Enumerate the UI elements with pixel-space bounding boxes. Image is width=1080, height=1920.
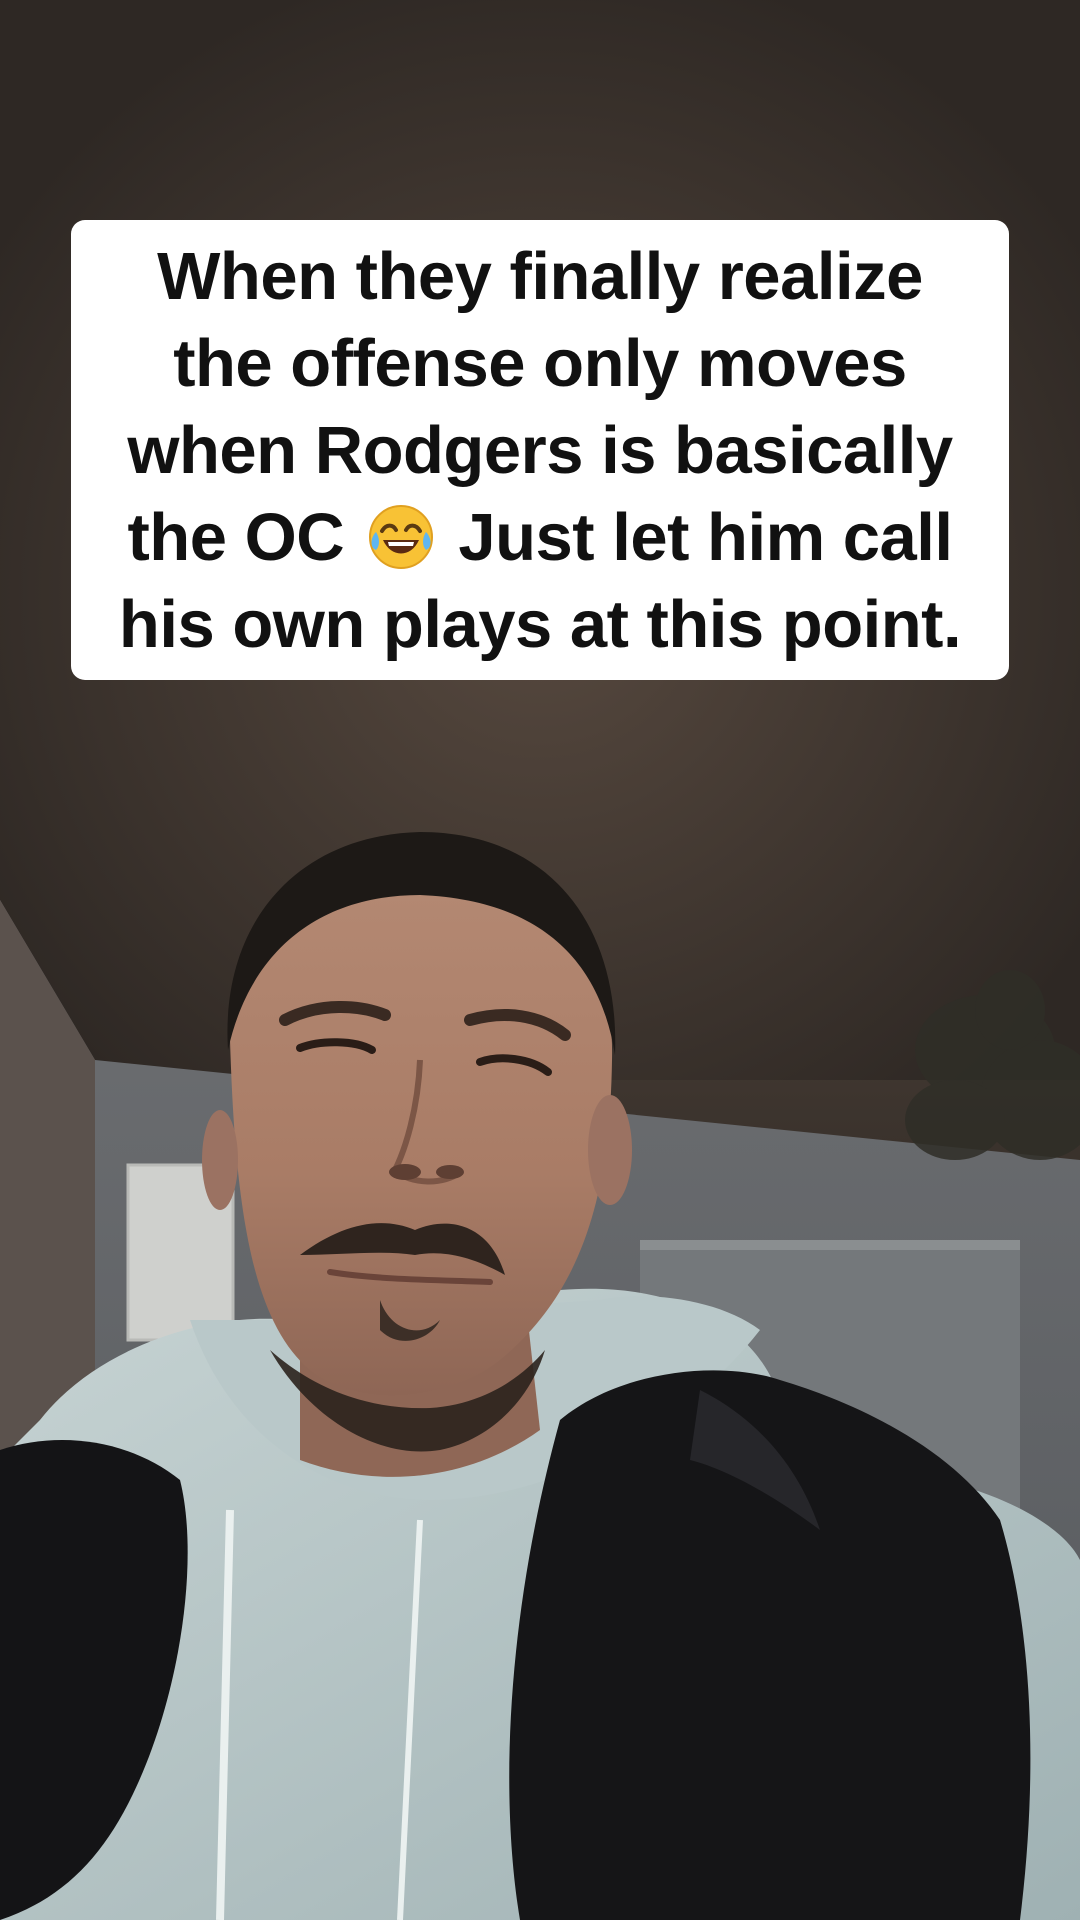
caption-line-4-end: Just let him call: [458, 499, 953, 575]
caption-line-5: his own plays at this point.: [118, 586, 962, 662]
caption-line-4: the OC Just let him call: [127, 494, 953, 581]
face-with-tears-of-joy-icon: [366, 502, 436, 572]
caption-line-2: the offense only moves: [173, 325, 907, 401]
caption-overlay: When they finally realize the offense on…: [71, 220, 1009, 680]
caption-line-3: when Rodgers is basically: [127, 412, 953, 488]
video-frame[interactable]: When they finally realize the offense on…: [0, 0, 1080, 1920]
caption-line-1: When they finally realize: [157, 238, 923, 314]
caption-line-4-start: the OC: [127, 499, 345, 575]
